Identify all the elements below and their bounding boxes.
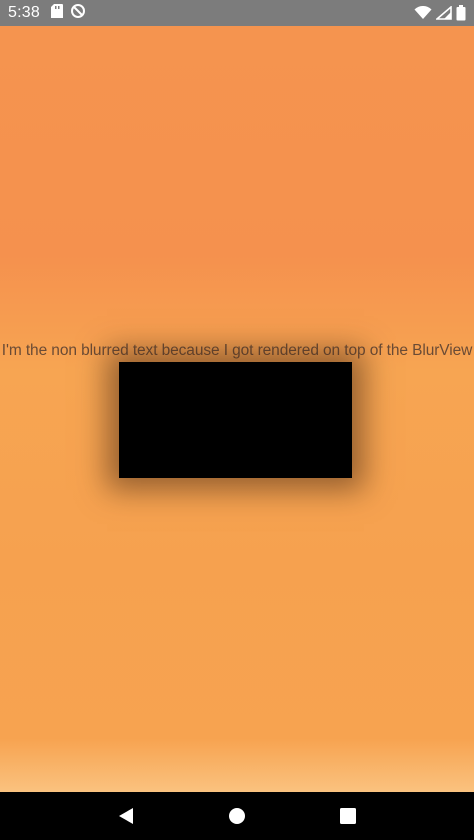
- home-button[interactable]: [217, 796, 257, 836]
- status-bar: 5:38: [0, 0, 474, 26]
- back-button[interactable]: [106, 796, 146, 836]
- back-icon: [118, 808, 133, 824]
- blur-view: [119, 362, 352, 478]
- home-icon: [228, 808, 245, 824]
- signal-icon: [436, 6, 452, 20]
- status-left-icons: [50, 3, 86, 24]
- sd-card-icon: [50, 3, 64, 24]
- overlay-text: I'm the non blurred text because I got r…: [1, 342, 473, 359]
- status-right-icons: [414, 5, 466, 21]
- sync-icon: [70, 3, 86, 24]
- status-time: 5:38: [8, 4, 40, 21]
- recents-button[interactable]: [328, 796, 368, 836]
- main-content: I'm the non blurred text because I got r…: [0, 26, 474, 792]
- recents-icon: [340, 808, 357, 824]
- navigation-bar: [0, 792, 474, 840]
- battery-icon: [456, 5, 466, 21]
- wifi-icon: [414, 6, 432, 20]
